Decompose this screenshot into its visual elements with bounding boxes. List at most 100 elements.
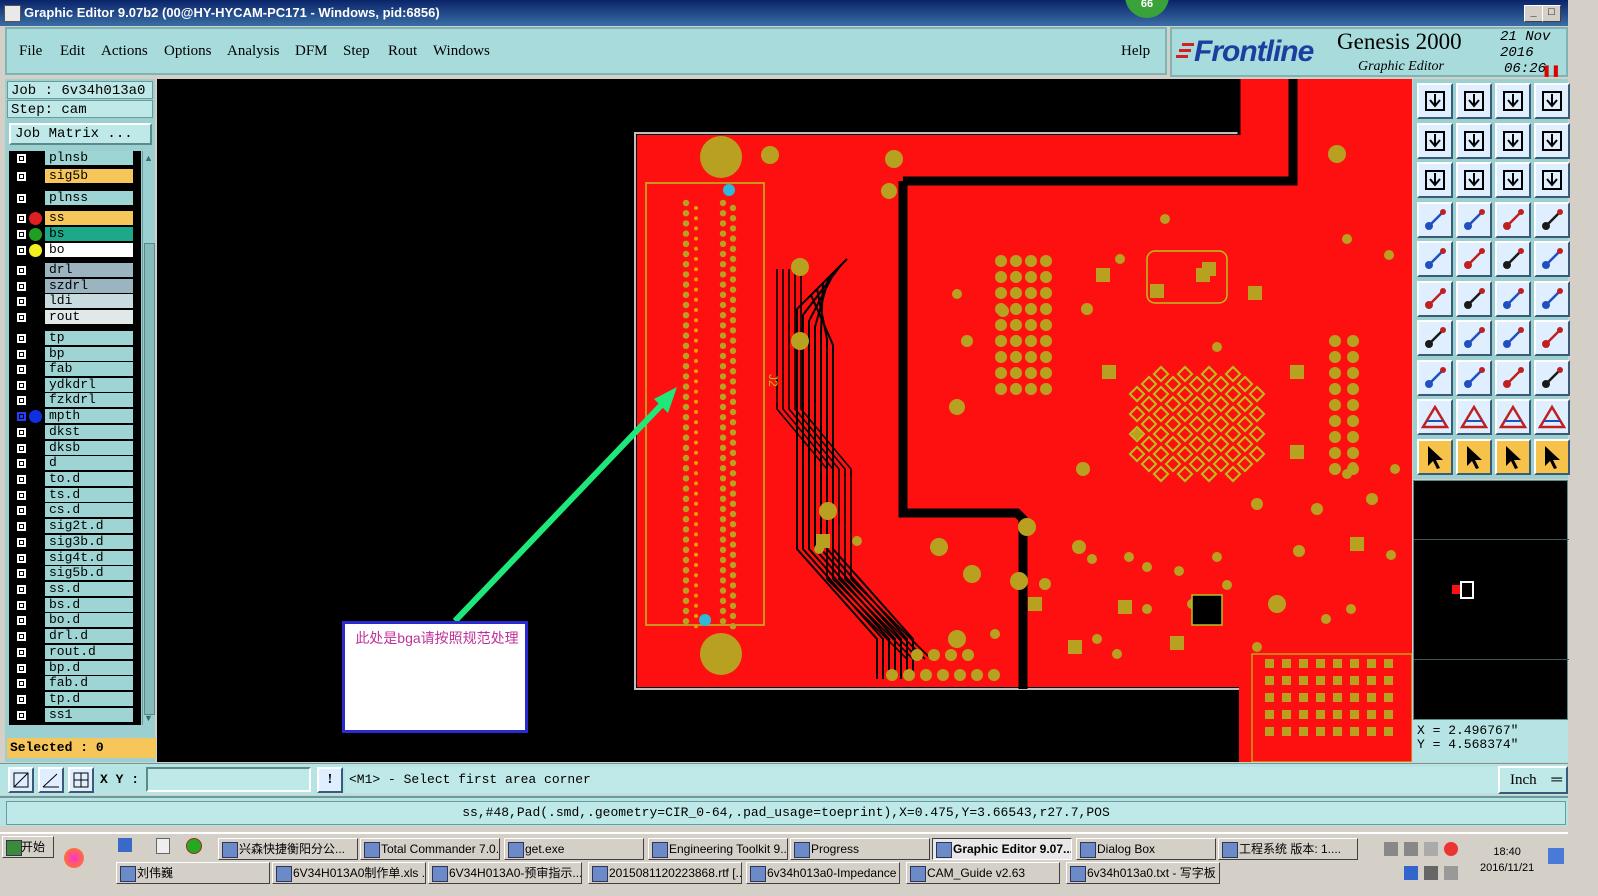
move-button[interactable] [1417,162,1453,198]
layer-checkbox[interactable] [16,678,27,689]
window-titlebar[interactable]: Graphic Editor 9.07b2 (00@HY-HYCAM-PC171… [0,0,1568,26]
connect-button[interactable] [1534,280,1570,317]
layer-name[interactable]: to.d [45,472,133,486]
layer-row[interactable]: rout [9,310,141,325]
layer-row[interactable]: sig2t.d [9,519,141,534]
layer-checkbox[interactable] [16,153,27,164]
tray-icon[interactable] [1444,842,1458,856]
layer-row[interactable]: tp.d [9,692,141,707]
measure-button[interactable] [38,767,64,793]
job-matrix-button[interactable]: Job Matrix ... [9,123,152,145]
quick-launch-icon[interactable] [64,848,84,868]
home-button[interactable] [1417,83,1453,119]
taskbar-clock[interactable]: 18:40 2016/11/21 [1480,844,1534,876]
layer-checkbox[interactable] [16,568,27,579]
grid-button[interactable] [68,767,94,793]
layer-checkbox[interactable] [16,521,27,532]
menu-actions[interactable]: Actions [101,43,148,60]
circle-button[interactable] [1534,241,1570,277]
layer-checkbox[interactable] [16,312,27,323]
menu-windows[interactable]: Windows [433,43,490,60]
layer-name[interactable]: bo [45,243,133,257]
menu-step[interactable]: Step [343,43,370,60]
pointer-edit-button[interactable] [1534,438,1570,475]
taskbar-button[interactable]: Total Commander 7.0... [360,838,500,860]
layer-name[interactable]: fab [45,362,133,376]
layer-row[interactable]: drl [9,263,141,278]
menu-file[interactable]: File [19,43,42,60]
start-button[interactable]: 开始 [2,836,54,858]
tray-icon[interactable] [1404,866,1418,880]
snap-button[interactable] [1456,201,1492,238]
units-button[interactable]: Inch ═ [1498,766,1568,794]
layer-row[interactable]: ts.d [9,488,141,503]
triangle-alt-button[interactable] [1456,399,1492,435]
layer-row[interactable]: bo [9,243,141,258]
scroll-up-icon[interactable]: ▲ [144,153,153,163]
layer-name[interactable]: bo.d [45,613,133,627]
zoom-in-button[interactable] [1417,122,1453,159]
layer-name[interactable]: sig2t.d [45,519,133,533]
layer-row[interactable]: dksb [9,441,141,456]
layer-row[interactable]: szdrl [9,279,141,294]
step-button[interactable] [1534,320,1570,356]
layer-checkbox[interactable] [16,553,27,564]
layer-name[interactable]: sig5b [45,169,133,183]
layer-name[interactable]: ss1 [45,708,133,722]
layer-name[interactable]: rout.d [45,645,133,659]
layer-name[interactable]: ss.d [45,582,133,596]
layer-name[interactable]: dkst [45,425,133,439]
layer-name[interactable]: ss [45,211,133,225]
layer-checkbox[interactable] [16,710,27,721]
layer-checkbox[interactable] [16,647,27,658]
taskbar-button[interactable]: CAM_Guide v2.63 [906,862,1060,884]
layer-checkbox[interactable] [16,474,27,485]
edit-line-button[interactable] [1417,320,1453,356]
layer-name[interactable]: bp.d [45,661,133,675]
layer-row[interactable]: to.d [9,472,141,487]
layer-row[interactable]: ss [9,211,141,226]
layer-checkbox[interactable] [16,349,27,360]
taskbar-button[interactable]: 兴森快捷衡阳分公... [218,838,358,860]
layer-checkbox[interactable] [16,171,27,182]
trim-button[interactable] [1456,359,1492,396]
layer-checkbox[interactable] [16,296,27,307]
cross-button[interactable] [1456,280,1492,317]
layer-checkbox[interactable] [16,229,27,240]
layer-list-scrollbar[interactable]: ▲ ▼ [142,151,155,725]
taskbar-button[interactable]: Graphic Editor 9.07... [932,838,1072,860]
menu-rout[interactable]: Rout [388,43,417,60]
layer-name[interactable]: ydkdrl [45,378,133,392]
network-icon[interactable] [1444,866,1458,880]
layer-row[interactable]: sig3b.d [9,535,141,550]
layer-name[interactable]: bs [45,227,133,241]
taskbar-button[interactable]: Progress [790,838,930,860]
layer-name[interactable]: d [45,456,133,470]
layer-name[interactable]: sig3b.d [45,535,133,549]
layer-display-dot[interactable] [29,228,42,241]
layer-checkbox[interactable] [16,458,27,469]
quick-launch-icon[interactable] [156,838,170,854]
xy-input[interactable] [146,767,311,792]
layer-row[interactable]: ydkdrl [9,378,141,393]
layer-row[interactable]: ldi [9,294,141,309]
layer-checkbox[interactable] [16,505,27,516]
line-button[interactable] [1456,241,1492,277]
layer-checkbox[interactable] [16,427,27,438]
layer-checkbox[interactable] [16,333,27,344]
overview-viewport[interactable] [1460,581,1474,599]
taskbar-button[interactable]: 6V34H013A0制作单.xls ... [272,862,426,884]
node-button[interactable] [1417,280,1453,317]
layer-name[interactable]: drl [45,263,133,277]
house-button[interactable] [1495,83,1531,119]
tray-icon[interactable] [1424,842,1438,856]
layer-name[interactable]: sig5b.d [45,566,133,580]
center-button[interactable] [1456,162,1492,198]
taskbar-button[interactable]: get.exe [504,838,644,860]
layer-name[interactable]: tp [45,331,133,345]
layer-row[interactable]: drl.d [9,629,141,644]
layer-name[interactable]: tp.d [45,692,133,706]
layer-row[interactable]: bp [9,347,141,362]
layer-row[interactable]: tp [9,331,141,346]
box-button[interactable] [1495,359,1531,396]
